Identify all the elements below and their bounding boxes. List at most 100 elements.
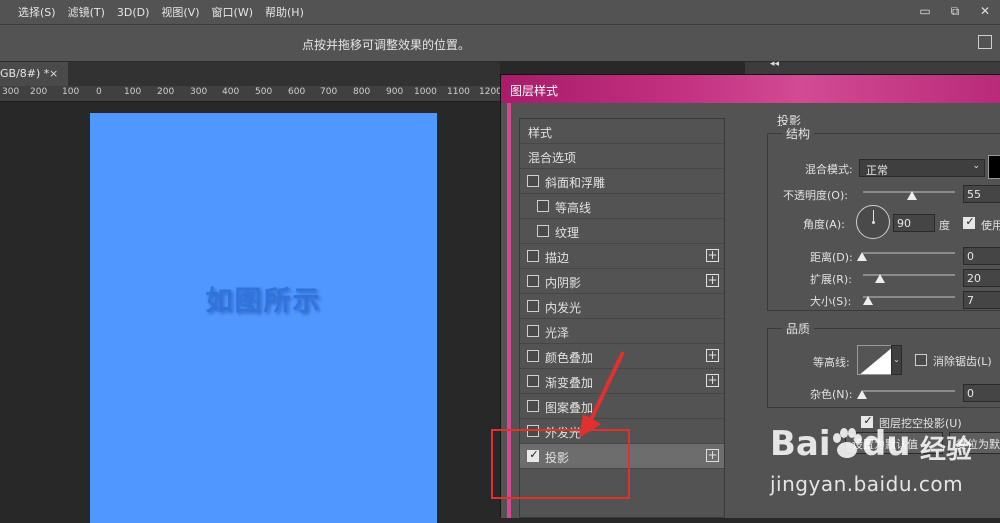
effect-satin[interactable]: 光泽 <box>520 319 724 344</box>
canvas-area: 如图所示 <box>0 103 503 523</box>
add-effect-button[interactable]: + <box>706 349 719 362</box>
checkbox[interactable] <box>527 300 539 312</box>
menu-bar: 选择(S) 滤镜(T) 3D(D) 视图(V) 窗口(W) 帮助(H) <box>0 0 1000 24</box>
options-bar: 点按并拖移可调整效果的位置。 <box>0 24 1000 62</box>
global-light-checkbox[interactable]: ✓ <box>963 215 975 229</box>
watermark-brand: Bai <box>770 424 831 464</box>
checkbox[interactable] <box>527 250 539 262</box>
baidu-watermark: Bai du 经验 jingyan.baidu.com <box>770 420 1000 517</box>
size-input[interactable]: 7 <box>963 291 1000 309</box>
effect-inner-glow[interactable]: 内发光 <box>520 294 724 319</box>
minimize-button[interactable]: ▭ <box>910 0 940 22</box>
dialog-titlebar[interactable]: 图层样式 <box>501 75 1000 103</box>
noise-slider-thumb[interactable] <box>857 390 867 399</box>
canvas-text-layer[interactable]: 如图所示 <box>90 279 437 318</box>
effect-inner-shadow[interactable]: 内阴影 + <box>520 269 724 294</box>
noise-slider[interactable] <box>863 390 955 392</box>
menu-select[interactable]: 选择(S) <box>12 4 62 20</box>
antialias-checkbox[interactable] <box>915 354 927 366</box>
add-effect-button[interactable]: + <box>706 374 719 387</box>
watermark-brand-suffix: du <box>862 424 911 464</box>
styles-header-label: 样式 <box>528 126 553 140</box>
collapse-panels-icon[interactable]: ◂◂ <box>770 59 779 69</box>
spread-label: 扩展(R): <box>810 273 852 286</box>
spread-input[interactable]: 20 <box>963 269 1000 287</box>
blend-options-item[interactable]: 混合选项 <box>520 144 724 169</box>
menu-filter[interactable]: 滤镜(T) <box>62 4 111 20</box>
close-window-button[interactable]: ✕ <box>970 0 1000 22</box>
opacity-input[interactable]: 55 <box>963 185 1000 203</box>
effect-contour[interactable]: 等高线 <box>520 194 724 219</box>
checkbox[interactable] <box>537 200 549 212</box>
spread-slider-thumb[interactable] <box>875 274 885 283</box>
checkbox[interactable] <box>527 400 539 412</box>
add-effect-button[interactable]: + <box>706 449 719 462</box>
panel-header-strip <box>745 62 1000 74</box>
opacity-slider-thumb[interactable] <box>907 191 917 200</box>
contour-dropdown[interactable]: ⌄ <box>891 345 902 375</box>
opacity-label: 不透明度(O): <box>783 189 848 202</box>
menu-3d[interactable]: 3D(D) <box>111 6 156 19</box>
checkbox[interactable] <box>527 175 539 187</box>
watermark-url: jingyan.baidu.com <box>770 472 964 496</box>
ruler-label: 100 <box>62 87 80 97</box>
noise-input[interactable]: 0 <box>963 384 1000 402</box>
effect-label: 描边 <box>545 251 570 265</box>
shadow-color-swatch[interactable] <box>988 155 1000 179</box>
angle-label: 角度(A): <box>803 218 845 231</box>
menu-window[interactable]: 窗口(W) <box>206 4 259 20</box>
ruler-label: 1100 <box>447 87 470 97</box>
angle-input[interactable]: 90 <box>893 214 935 232</box>
angle-dial[interactable] <box>856 205 890 239</box>
size-slider[interactable] <box>863 296 955 298</box>
document-tab-bar: GB/8#) * × <box>0 62 500 86</box>
close-tab-icon[interactable]: × <box>49 67 58 80</box>
dialog-title: 图层样式 <box>510 84 559 98</box>
document-tab[interactable]: GB/8#) * × <box>0 62 68 86</box>
blend-mode-select[interactable]: 正常 ⌄ <box>859 159 985 177</box>
contour-preview[interactable] <box>857 345 893 375</box>
ruler-label: 200 <box>30 87 48 97</box>
checkbox[interactable] <box>527 350 539 362</box>
effect-bevel-emboss[interactable]: 斜面和浮雕 <box>520 169 724 194</box>
distance-slider-thumb[interactable] <box>857 252 867 261</box>
ruler-label: 900 <box>386 87 404 97</box>
effect-label: 纹理 <box>555 226 580 240</box>
checkbox[interactable] <box>527 325 539 337</box>
checkbox[interactable] <box>537 225 549 237</box>
ruler-label: 1200 <box>479 87 502 97</box>
ruler-label: 400 <box>222 87 240 97</box>
workspace-icon[interactable] <box>978 35 992 49</box>
distance-slider[interactable] <box>863 252 955 254</box>
contour-label: 等高线: <box>813 356 850 369</box>
add-effect-button[interactable]: + <box>706 249 719 262</box>
menu-view[interactable]: 视图(V) <box>155 4 205 20</box>
contour-curve-icon <box>858 346 892 374</box>
global-light-label: 使用 <box>981 219 1000 232</box>
ruler-label: 100 <box>124 87 142 97</box>
distance-input[interactable]: 0 <box>963 247 1000 265</box>
effect-label: 等高线 <box>555 201 592 215</box>
effect-label: 内发光 <box>545 301 582 315</box>
effect-label: 斜面和浮雕 <box>545 176 606 190</box>
styles-header[interactable]: 样式 <box>520 119 724 144</box>
distance-label: 距离(D): <box>810 251 853 264</box>
effect-texture[interactable]: 纹理 <box>520 219 724 244</box>
blend-options-label: 混合选项 <box>528 151 577 165</box>
add-effect-button[interactable]: + <box>706 274 719 287</box>
ruler-label: 600 <box>288 87 306 97</box>
noise-label: 杂色(N): <box>810 388 853 401</box>
checkbox[interactable] <box>527 375 539 387</box>
menu-help[interactable]: 帮助(H) <box>259 4 310 20</box>
restore-button[interactable]: ⧉ <box>940 0 970 22</box>
checkbox[interactable] <box>527 275 539 287</box>
effect-stroke[interactable]: 描边 + <box>520 244 724 269</box>
size-slider-thumb[interactable] <box>863 296 873 305</box>
blend-mode-value: 正常 <box>866 164 888 177</box>
effect-label: 光泽 <box>545 326 570 340</box>
document-canvas[interactable]: 如图所示 <box>90 113 437 523</box>
paw-logo-icon <box>833 428 862 458</box>
effect-label: 内阴影 <box>545 276 582 290</box>
horizontal-ruler: 300 200 100 0 100 200 300 400 500 600 70… <box>0 86 503 102</box>
quality-label: 品质 <box>782 320 815 337</box>
